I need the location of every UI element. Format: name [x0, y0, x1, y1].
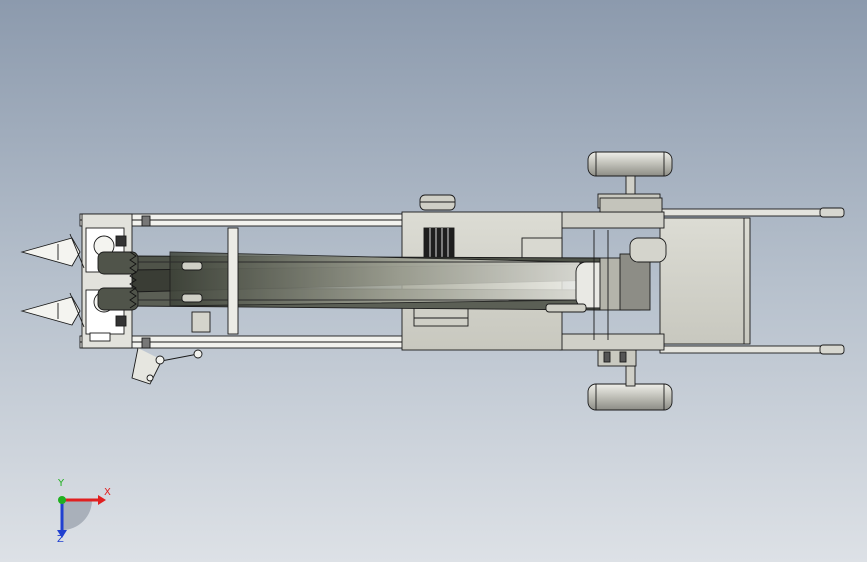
side-lever[interactable] — [131, 347, 203, 385]
rear-bottom-wheel[interactable] — [587, 349, 673, 411]
cone-cutter-bottom[interactable] — [20, 292, 85, 328]
axis-triad: X Y Z — [40, 478, 120, 548]
z-axis-label: Z — [57, 534, 64, 545]
y-axis-label: Y — [58, 478, 65, 489]
cone-cutter-top[interactable] — [20, 233, 85, 269]
front-bracket[interactable] — [81, 213, 133, 349]
triad-shading — [62, 500, 92, 530]
model-viewport[interactable]: X Y Z — [0, 0, 867, 562]
y-axis-dot — [58, 496, 66, 504]
rear-handle-frame[interactable] — [659, 207, 845, 355]
cad-model[interactable] — [0, 0, 867, 562]
x-axis-label: X — [104, 487, 111, 498]
